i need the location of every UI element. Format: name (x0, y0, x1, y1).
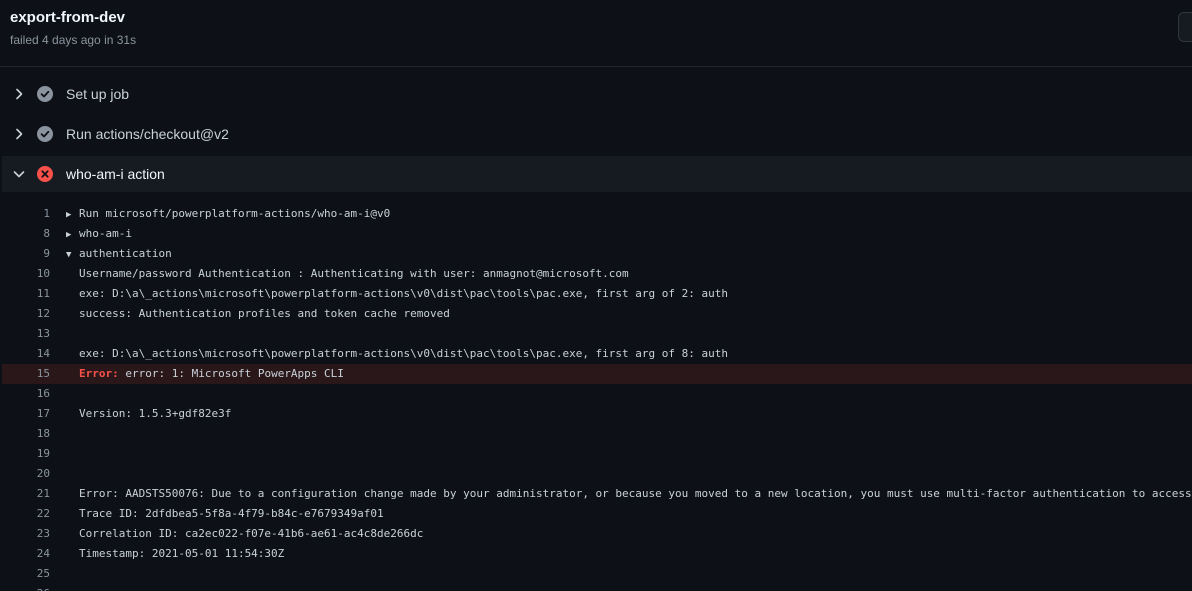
log-text: Error: AADSTS50076: Due to a configurati… (79, 487, 1192, 500)
line-number[interactable]: 15 (2, 364, 50, 384)
log-line: 11 exe: D:\a\_actions\microsoft\powerplat… (0, 284, 1192, 304)
log-text-container: Correlation ID: ca2ec022-f07e-41b6-ae61-… (79, 524, 423, 544)
log-text: Run microsoft/powerplatform-actions/who-… (79, 207, 391, 220)
log-text: error: 1: Microsoft PowerApps CLI (118, 367, 344, 380)
log-text-container: exe: D:\a\_actions\microsoft\powerplatfo… (79, 284, 728, 304)
log-output: 1 ▶ Run microsoft/powerplatform-actions/wh… (0, 204, 1192, 591)
log-text: exe: D:\a\_actions\microsoft\powerplatfo… (79, 287, 729, 300)
log-line: 23 Correlation ID: ca2ec022-f07e-41b6-ae6… (0, 524, 1192, 544)
log-group-toggle[interactable]: ▶ Run microsoft/powerplatform-actions/who… (66, 204, 390, 224)
line-number[interactable]: 19 (0, 444, 50, 464)
log-line-error: 15 Error: error: 1: Microsoft PowerApps C… (2, 364, 1192, 384)
line-number[interactable]: 20 (0, 464, 50, 484)
job-header: export-from-dev failed 4 days ago in 31s (0, 0, 1192, 67)
log-text-container: Trace ID: 2dfdbea5-5f8a-4f79-b84c-e76793… (79, 504, 384, 524)
log-line: 10 Username/password Authentication : Aut… (0, 264, 1192, 284)
log-line: 17 Version: 1.5.3+gdf82e3f (0, 404, 1192, 424)
log-text: Trace ID: 2dfdbea5-5f8a-4f79-b84c-e76793… (79, 507, 384, 520)
log-text: Username/password Authentication : Authe… (79, 267, 629, 280)
error-label: Error: (79, 367, 119, 380)
line-number[interactable]: 22 (0, 504, 50, 524)
log-group-toggle[interactable]: ▶ who-am-i (66, 224, 132, 244)
log-text-container: Error: AADSTS50076: Due to a configurati… (79, 484, 1192, 504)
triangle-right-icon[interactable]: ▶ (66, 205, 79, 224)
step-row[interactable]: Set up job (2, 76, 1192, 112)
line-number[interactable]: 1 (0, 204, 50, 224)
check-circle-icon (37, 86, 53, 102)
line-number[interactable]: 10 (0, 264, 50, 284)
job-title: export-from-dev (10, 9, 126, 26)
log-text: success: Authentication profiles and tok… (79, 307, 450, 320)
step-row[interactable]: who-am-i action (2, 156, 1192, 192)
x-circle-icon (37, 166, 53, 182)
log-line: 16 (0, 384, 1192, 404)
step-label: Set up job (66, 86, 130, 102)
log-text: Timestamp: 2021-05-01 11:54:30Z (79, 547, 285, 560)
step-row[interactable]: Run actions/checkout@v2 (2, 116, 1192, 152)
step-label: Run actions/checkout@v2 (66, 126, 229, 142)
log-line: 25 (0, 564, 1192, 584)
triangle-down-icon[interactable]: ▼ (66, 245, 79, 264)
log-line: 18 (0, 424, 1192, 444)
chevron-right-icon[interactable] (11, 126, 27, 142)
line-number[interactable]: 9 (0, 244, 50, 264)
log-text-container: Timestamp: 2021-05-01 11:54:30Z (79, 544, 284, 564)
log-line: 20 (0, 464, 1192, 484)
log-line: 12 success: Authentication profiles and t… (0, 304, 1192, 324)
log-line: 24 Timestamp: 2021-05-01 11:54:30Z (0, 544, 1192, 564)
log-line: 14 exe: D:\a\_actions\microsoft\powerplat… (0, 344, 1192, 364)
log-text-container: success: Authentication profiles and tok… (79, 304, 450, 324)
log-text: Version: 1.5.3+gdf82e3f (79, 407, 232, 420)
line-number[interactable]: 16 (0, 384, 50, 404)
line-number[interactable]: 12 (0, 304, 50, 324)
line-number[interactable]: 11 (0, 284, 50, 304)
step-label: who-am-i action (66, 166, 165, 182)
log-text-container: Version: 1.5.3+gdf82e3f (79, 404, 231, 424)
line-number[interactable]: 14 (0, 344, 50, 364)
log-line: 1 ▶ Run microsoft/powerplatform-actions/wh… (0, 204, 1192, 224)
log-group-toggle[interactable]: ▼ authentication (66, 244, 172, 264)
log-text: exe: D:\a\_actions\microsoft\powerplatfo… (79, 347, 729, 360)
line-number[interactable]: 21 (0, 484, 50, 504)
line-number[interactable]: 23 (0, 524, 50, 544)
line-number[interactable]: 26 (0, 584, 50, 591)
log-text-container: Username/password Authentication : Authe… (79, 264, 629, 284)
chevron-down-icon[interactable] (11, 166, 27, 182)
line-number[interactable]: 8 (0, 224, 50, 244)
line-number[interactable]: 13 (0, 324, 50, 344)
triangle-right-icon[interactable]: ▶ (66, 225, 79, 244)
log-line: 9 ▼ authentication (0, 244, 1192, 264)
log-line: 21 Error: AADSTS50076: Due to a configura… (0, 484, 1192, 504)
log-text-container: exe: D:\a\_actions\microsoft\powerplatfo… (79, 344, 728, 364)
job-status-subtitle: failed 4 days ago in 31s (10, 33, 137, 47)
log-line: 26 (0, 584, 1192, 591)
log-line: 13 (0, 324, 1192, 344)
log-line: 8 ▶ who-am-i (0, 224, 1192, 244)
settings-button[interactable] (1178, 12, 1192, 42)
line-number[interactable]: 18 (0, 424, 50, 444)
line-number[interactable]: 17 (0, 404, 50, 424)
check-circle-icon (37, 126, 53, 142)
log-text-container: Error: error: 1: Microsoft PowerApps CLI (79, 364, 344, 384)
log-line: 19 (0, 444, 1192, 464)
line-number[interactable]: 24 (0, 544, 50, 564)
log-text: who-am-i (79, 227, 132, 240)
log-line: 22 Trace ID: 2dfdbea5-5f8a-4f79-b84c-e767… (0, 504, 1192, 524)
log-text: authentication (79, 247, 172, 260)
line-number[interactable]: 25 (0, 564, 50, 584)
log-text: Correlation ID: ca2ec022-f07e-41b6-ae61-… (79, 527, 424, 540)
chevron-right-icon[interactable] (11, 86, 27, 102)
